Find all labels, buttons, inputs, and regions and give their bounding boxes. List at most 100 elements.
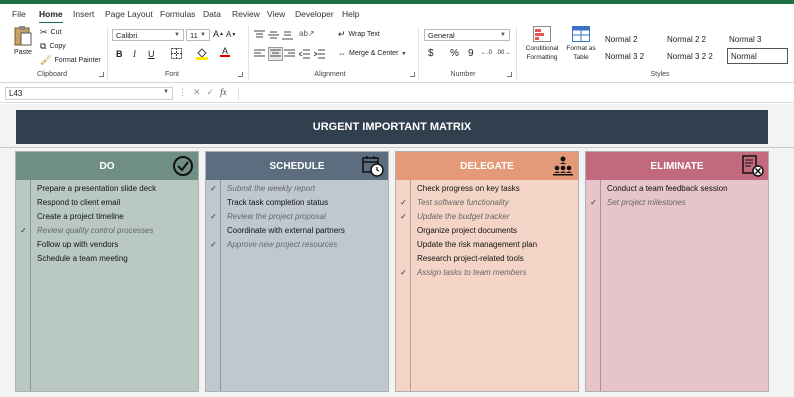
alignment-launcher-icon[interactable] (410, 72, 415, 77)
divider (0, 147, 794, 148)
checkmark-icon[interactable]: ✓ (396, 212, 411, 221)
italic-button[interactable]: I (133, 49, 136, 59)
formula-input[interactable] (238, 87, 794, 100)
bold-button[interactable]: B (116, 49, 123, 59)
tab-view[interactable]: View (267, 9, 285, 19)
tab-page-layout[interactable]: Page Layout (105, 9, 153, 19)
borders-button[interactable] (171, 48, 182, 59)
paste-button[interactable]: Paste (13, 25, 33, 56)
task-text: Coordinate with external partners (227, 225, 345, 235)
increase-indent-icon[interactable] (314, 49, 325, 59)
align-center-icon[interactable] (268, 47, 283, 61)
name-box[interactable]: L43 ▼ (5, 87, 173, 100)
cut-button[interactable]: ✂ Cut (40, 27, 61, 38)
checkmark-icon[interactable]: ✓ (206, 212, 221, 221)
task-row[interactable]: ✓ Submit the weekly report (206, 181, 388, 195)
formula-bar: L43 ▼ ⋮ ✕ ✓ fx (0, 84, 794, 103)
task-row[interactable]: Conduct a team feedback session (586, 181, 768, 195)
tab-help[interactable]: Help (342, 9, 359, 19)
decrease-indent-icon[interactable] (299, 49, 310, 59)
org-chart-icon (552, 155, 574, 177)
checkmark-icon[interactable]: ✓ (396, 268, 411, 277)
increase-font-icon[interactable]: A ▲ (213, 29, 224, 39)
style-normal[interactable]: Normal (727, 48, 788, 64)
number-format-dropdown[interactable]: General ▼ (424, 29, 510, 41)
increase-decimal-icon[interactable]: ←.0 (481, 50, 492, 56)
checkmark-icon[interactable]: ✓ (16, 226, 31, 235)
tab-review[interactable]: Review (232, 9, 260, 19)
task-row[interactable]: Respond to client email (16, 195, 198, 209)
checkmark-icon[interactable]: ✓ (586, 198, 601, 207)
task-row[interactable]: Follow up with vendors (16, 237, 198, 251)
style-normal-3-2[interactable]: Normal 3 2 (602, 49, 662, 63)
align-right-icon[interactable] (284, 49, 295, 59)
task-row[interactable]: ✓ Set project milestones (586, 195, 768, 209)
task-row[interactable]: ✓ Review quality control processes (16, 223, 198, 237)
merge-center-button[interactable]: ⇔ Merge & Center ▼ (338, 49, 406, 58)
insert-function-icon[interactable]: fx (220, 87, 227, 98)
quadrant-header: SCHEDULE (206, 152, 388, 180)
fill-color-button[interactable] (196, 47, 208, 60)
task-text: Test software functionality (417, 197, 509, 207)
fill-bucket-icon (196, 48, 208, 60)
decrease-decimal-icon[interactable]: .00→ (496, 50, 510, 56)
underline-button[interactable]: U (148, 49, 155, 59)
conditional-formatting-button[interactable]: Conditional Formatting (520, 26, 564, 62)
comma-style-button[interactable]: 9 (468, 48, 474, 59)
task-row[interactable]: ✓ Review the project proposal (206, 209, 388, 223)
cancel-icon[interactable]: ✕ (193, 87, 201, 98)
task-row[interactable]: Track task completion status (206, 195, 388, 209)
task-row[interactable]: Update the risk management plan (396, 237, 578, 251)
task-row[interactable]: ✓ Assign tasks to team members (396, 265, 578, 279)
checkmark-icon[interactable]: ✓ (206, 240, 221, 249)
checkmark-icon[interactable]: ✓ (396, 198, 411, 207)
percent-button[interactable]: % (450, 48, 459, 59)
task-row[interactable]: Organize project documents (396, 223, 578, 237)
style-normal-3[interactable]: Normal 3 (726, 32, 788, 46)
tab-developer[interactable]: Developer (295, 9, 334, 19)
font-color-button[interactable]: A (220, 47, 230, 57)
task-row[interactable]: Create a project timeline (16, 209, 198, 223)
align-bottom-icon[interactable] (282, 30, 293, 40)
copy-button[interactable]: ⧉ Copy (40, 41, 66, 52)
format-as-table-button[interactable]: Format as Table (564, 26, 598, 62)
task-row[interactable]: Schedule a team meeting (16, 251, 198, 265)
task-row[interactable]: ✓ Approve new project resources (206, 237, 388, 251)
task-text: Schedule a team meeting (37, 253, 128, 263)
wrap-text-button[interactable]: ↵ Wrap Text (338, 29, 380, 40)
document-cancel-icon (742, 155, 764, 177)
enter-icon[interactable]: ✓ (207, 87, 215, 98)
style-normal-2[interactable]: Normal 2 (602, 32, 662, 46)
format-painter-button[interactable]: 🖌 Format Painter (40, 55, 101, 66)
task-row[interactable]: Research project-related tools (396, 251, 578, 265)
task-row[interactable]: ✓ Test software functionality (396, 195, 578, 209)
quadrant-header: DO (16, 152, 198, 180)
font-launcher-icon[interactable] (238, 72, 243, 77)
quadrant-title: SCHEDULE (269, 160, 325, 172)
tab-formulas[interactable]: Formulas (160, 9, 195, 19)
style-normal-3-2-2[interactable]: Normal 3 2 2 (664, 49, 724, 63)
tab-data[interactable]: Data (203, 9, 221, 19)
tab-insert[interactable]: Insert (73, 9, 94, 19)
task-row[interactable]: Check progress on key tasks (396, 181, 578, 195)
currency-button[interactable]: $ (428, 48, 434, 59)
font-size-dropdown[interactable]: 11 ▼ (186, 29, 210, 41)
style-normal-2-2[interactable]: Normal 2 2 (664, 32, 724, 46)
orientation-icon[interactable]: ab↗ (299, 29, 315, 38)
ribbon-separator (107, 27, 108, 79)
tab-file[interactable]: File (12, 9, 26, 19)
task-row[interactable]: Prepare a presentation slide deck (16, 181, 198, 195)
decrease-font-icon[interactable]: A ▼ (226, 30, 236, 39)
tab-home[interactable]: Home (39, 9, 63, 19)
task-row[interactable]: ✓ Update the budget tracker (396, 209, 578, 223)
checkmark-icon[interactable]: ✓ (206, 184, 221, 193)
clipboard-launcher-icon[interactable] (99, 72, 104, 77)
align-left-icon[interactable] (254, 49, 265, 59)
number-launcher-icon[interactable] (507, 72, 512, 77)
align-top-icon[interactable] (254, 30, 265, 40)
align-middle-icon[interactable] (268, 30, 279, 40)
font-name-dropdown[interactable]: Calibri ▼ (112, 29, 184, 41)
task-row[interactable]: Coordinate with external partners (206, 223, 388, 237)
alignment-group-label: Alignment (314, 71, 346, 78)
more-options-icon[interactable]: ⋮ (178, 87, 187, 98)
